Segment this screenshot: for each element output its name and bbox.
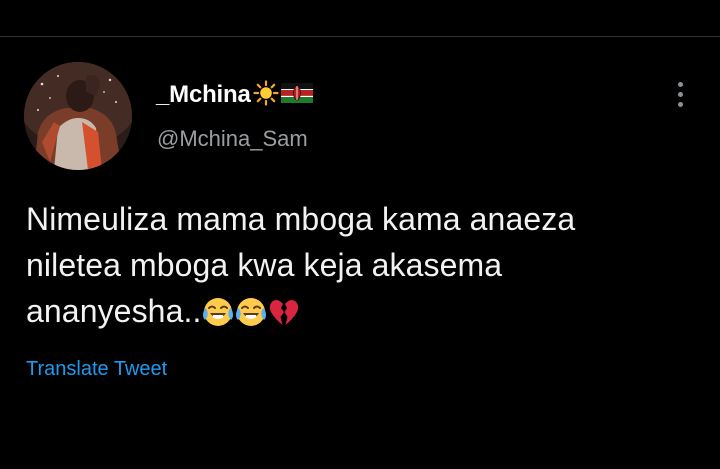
tears-of-joy-emoji <box>235 294 267 340</box>
more-vertical-icon-dot <box>677 91 683 97</box>
broken-heart-emoji <box>268 294 300 340</box>
tweet-text-line: ananyesha.. <box>26 293 202 329</box>
more-vertical-icon <box>677 81 683 87</box>
translate-tweet-link[interactable]: Translate Tweet <box>26 358 167 381</box>
display-name[interactable]: _Mchina <box>156 81 251 109</box>
tweet-text-line: Nimeuliza mama mboga kama anaeza <box>26 201 576 237</box>
more-options-button[interactable] <box>668 78 692 110</box>
tweet-text: Nimeuliza mama mboga kama anaeza niletea… <box>26 196 686 340</box>
tweet-text-line-with-emojis: ananyesha.. <box>26 288 686 340</box>
tweet-text-line: niletea mboga kwa keja akasema <box>26 247 503 283</box>
sun-icon <box>253 79 279 111</box>
display-name-row[interactable]: _Mchina <box>156 79 313 111</box>
user-handle[interactable]: @Mchina_Sam <box>157 126 308 152</box>
tweet-card: _Mchina @Mchina_Sam Nimeuliza mama mboga… <box>0 0 720 469</box>
avatar-image <box>24 62 132 170</box>
kenya-flag-icon <box>280 82 313 108</box>
tears-of-joy-emoji <box>202 294 234 340</box>
more-vertical-icon-dot <box>677 101 683 107</box>
avatar[interactable] <box>24 62 132 170</box>
